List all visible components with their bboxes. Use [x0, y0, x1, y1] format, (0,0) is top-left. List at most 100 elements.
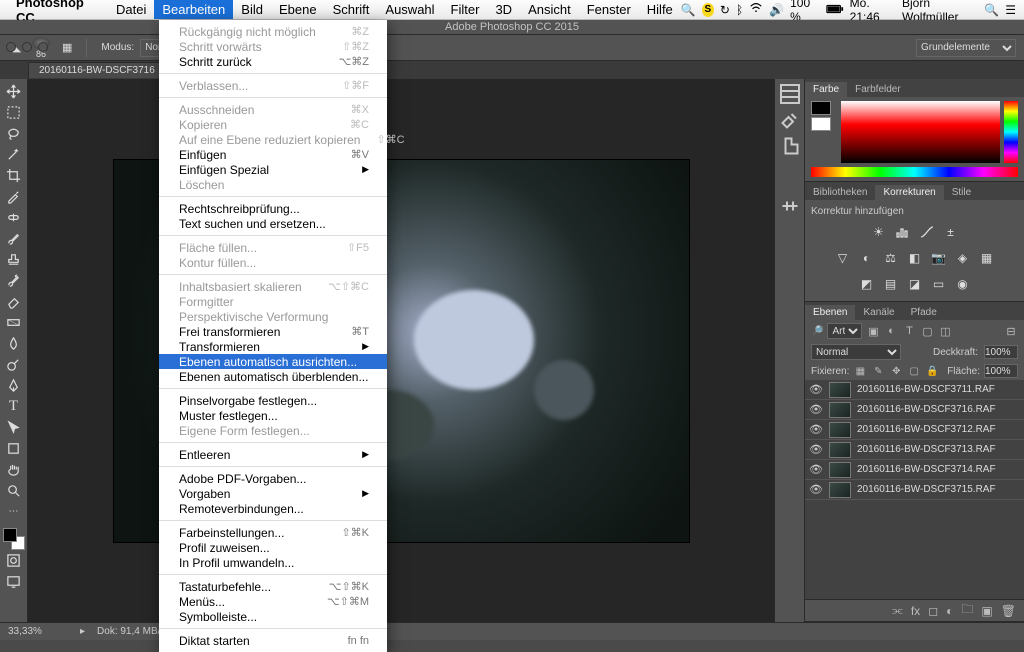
layer-name[interactable]: 20160116-BW-DSCF3715.RAF: [857, 484, 1020, 495]
menuitem[interactable]: Transformieren▶: [159, 339, 387, 354]
menuitem[interactable]: Pinselvorgabe festlegen...: [159, 393, 387, 408]
color-swatches[interactable]: [3, 528, 25, 550]
fg-color-chip[interactable]: [811, 101, 831, 115]
tab-farbfelder[interactable]: Farbfelder: [847, 82, 909, 97]
layer-name[interactable]: 20160116-BW-DSCF3716.RAF: [857, 404, 1020, 415]
levels-icon[interactable]: [894, 223, 912, 241]
menuitem[interactable]: Text suchen und ersetzen...: [159, 216, 387, 231]
photo-filter-icon[interactable]: 📷: [930, 249, 948, 267]
filter-adjust-icon[interactable]: ◐: [884, 324, 898, 338]
menu-3d[interactable]: 3D: [487, 0, 520, 19]
notification-center-icon[interactable]: ☰: [1005, 3, 1016, 17]
fill-field[interactable]: [984, 364, 1018, 378]
hue-strip[interactable]: [1004, 101, 1018, 163]
tab-farbe[interactable]: Farbe: [805, 82, 847, 97]
menu-ebene[interactable]: Ebene: [271, 0, 325, 19]
lock-move-icon[interactable]: ✥: [889, 364, 903, 378]
layer-name[interactable]: 20160116-BW-DSCF3711.RAF: [857, 384, 1020, 395]
pen-tool-icon[interactable]: [2, 375, 26, 396]
visibility-icon[interactable]: 👁: [809, 483, 823, 496]
history-brush-tool-icon[interactable]: [2, 270, 26, 291]
canvas-area[interactable]: [28, 79, 774, 622]
stamp-tool-icon[interactable]: [2, 249, 26, 270]
brightness-icon[interactable]: ☀: [870, 223, 888, 241]
visibility-icon[interactable]: 👁: [809, 443, 823, 456]
layer-row[interactable]: 👁20160116-BW-DSCF3712.RAF: [805, 420, 1024, 440]
hue-sat-icon[interactable]: ◐: [858, 249, 876, 267]
color-spectrum-bar[interactable]: [811, 167, 1018, 177]
lock-pixels-icon[interactable]: ▦: [853, 364, 867, 378]
screen-mode-icon[interactable]: [2, 571, 26, 592]
menu-bild[interactable]: Bild: [233, 0, 271, 19]
layer-thumb[interactable]: [829, 482, 851, 498]
lock-all-icon[interactable]: 🔒: [925, 364, 939, 378]
battery-icon[interactable]: [826, 3, 844, 17]
filter-type-icon[interactable]: T: [902, 324, 916, 338]
layers-list[interactable]: 👁20160116-BW-DSCF3711.RAF👁20160116-BW-DS…: [805, 380, 1024, 599]
channel-mixer-icon[interactable]: ◈: [954, 249, 972, 267]
menuitem[interactable]: Farbeinstellungen...⇧⌘K: [159, 525, 387, 540]
tab-stile[interactable]: Stile: [944, 185, 979, 200]
menuitem[interactable]: Einfügen Spezial▶: [159, 162, 387, 177]
bw-icon[interactable]: ◧: [906, 249, 924, 267]
menuitem[interactable]: Ebenen automatisch ausrichten...: [159, 354, 387, 369]
color-balance-icon[interactable]: ⚖: [882, 249, 900, 267]
visibility-icon[interactable]: 👁: [809, 403, 823, 416]
eraser-tool-icon[interactable]: [2, 291, 26, 312]
layer-thumb[interactable]: [829, 422, 851, 438]
opacity-field[interactable]: [984, 345, 1018, 359]
tab-pfade[interactable]: Pfade: [903, 305, 945, 320]
tab-korrekturen[interactable]: Korrekturen: [875, 185, 943, 200]
tab-bibliotheken[interactable]: Bibliotheken: [805, 185, 875, 200]
layer-fx-icon[interactable]: fx: [911, 604, 920, 618]
layer-name[interactable]: 20160116-BW-DSCF3712.RAF: [857, 424, 1020, 435]
brushes-panel-icon[interactable]: [778, 109, 802, 131]
bearbeiten-menu[interactable]: Rückgängig nicht möglich⌘ZSchritt vorwär…: [159, 20, 387, 652]
crop-tool-icon[interactable]: [2, 165, 26, 186]
menuitem[interactable]: Diktat startenfn fn: [159, 633, 387, 648]
menuitem[interactable]: Symbolleiste...: [159, 609, 387, 624]
lock-artboard-icon[interactable]: ▢: [907, 364, 921, 378]
menuitem[interactable]: Ebenen automatisch überblenden...: [159, 369, 387, 384]
color-field[interactable]: [841, 101, 1000, 163]
bluetooth-icon[interactable]: ᛒ: [736, 3, 743, 17]
layer-thumb[interactable]: [829, 382, 851, 398]
bg-color-chip[interactable]: [811, 117, 831, 131]
move-tool-icon[interactable]: [2, 81, 26, 102]
time-machine-icon[interactable]: ↻: [720, 3, 730, 17]
layer-thumb[interactable]: [829, 442, 851, 458]
healing-brush-tool-icon[interactable]: [2, 207, 26, 228]
menu-filter[interactable]: Filter: [443, 0, 488, 19]
selective-color-icon[interactable]: ◉: [954, 275, 972, 293]
menuitem[interactable]: Muster festlegen...: [159, 408, 387, 423]
shape-tool-icon[interactable]: [2, 438, 26, 459]
threshold-icon[interactable]: ◪: [906, 275, 924, 293]
eyedropper-tool-icon[interactable]: [2, 186, 26, 207]
toolbox-more-icon[interactable]: ⋯: [2, 501, 26, 522]
posterize-icon[interactable]: ▤: [882, 275, 900, 293]
layer-filter-select[interactable]: Art: [827, 323, 862, 339]
menuitem[interactable]: Profil zuweisen...: [159, 540, 387, 555]
tab-ebenen[interactable]: Ebenen: [805, 305, 855, 320]
layer-row[interactable]: 👁20160116-BW-DSCF3711.RAF: [805, 380, 1024, 400]
menu-ansicht[interactable]: Ansicht: [520, 0, 579, 19]
zoom-tool-icon[interactable]: [2, 480, 26, 501]
menuitem[interactable]: Frei transformieren⌘T: [159, 324, 387, 339]
brush-settings-panel-icon[interactable]: [778, 195, 802, 217]
add-mask-icon[interactable]: ◻: [928, 604, 938, 618]
window-controls[interactable]: [6, 42, 48, 52]
menuitem[interactable]: Menüs...⌥⇧⌘M: [159, 594, 387, 609]
tab-kanaele[interactable]: Kanäle: [855, 305, 902, 320]
menuitem[interactable]: Schritt zurück⌥⌘Z: [159, 54, 387, 69]
vibrance-icon[interactable]: ▽: [834, 249, 852, 267]
menu-schrift[interactable]: Schrift: [325, 0, 378, 19]
new-adjustment-icon[interactable]: ◐: [946, 604, 953, 618]
workspace-switcher[interactable]: Grundelemente: [916, 39, 1016, 57]
menuitem[interactable]: Tastaturbefehle...⌥⇧⌘K: [159, 579, 387, 594]
menuitem[interactable]: In Profil umwandeln...: [159, 555, 387, 570]
layer-name[interactable]: 20160116-BW-DSCF3713.RAF: [857, 444, 1020, 455]
invert-icon[interactable]: ◩: [858, 275, 876, 293]
color-lookup-icon[interactable]: ▦: [978, 249, 996, 267]
history-panel-icon[interactable]: [778, 83, 802, 105]
volume-icon[interactable]: 🔊: [769, 3, 784, 17]
